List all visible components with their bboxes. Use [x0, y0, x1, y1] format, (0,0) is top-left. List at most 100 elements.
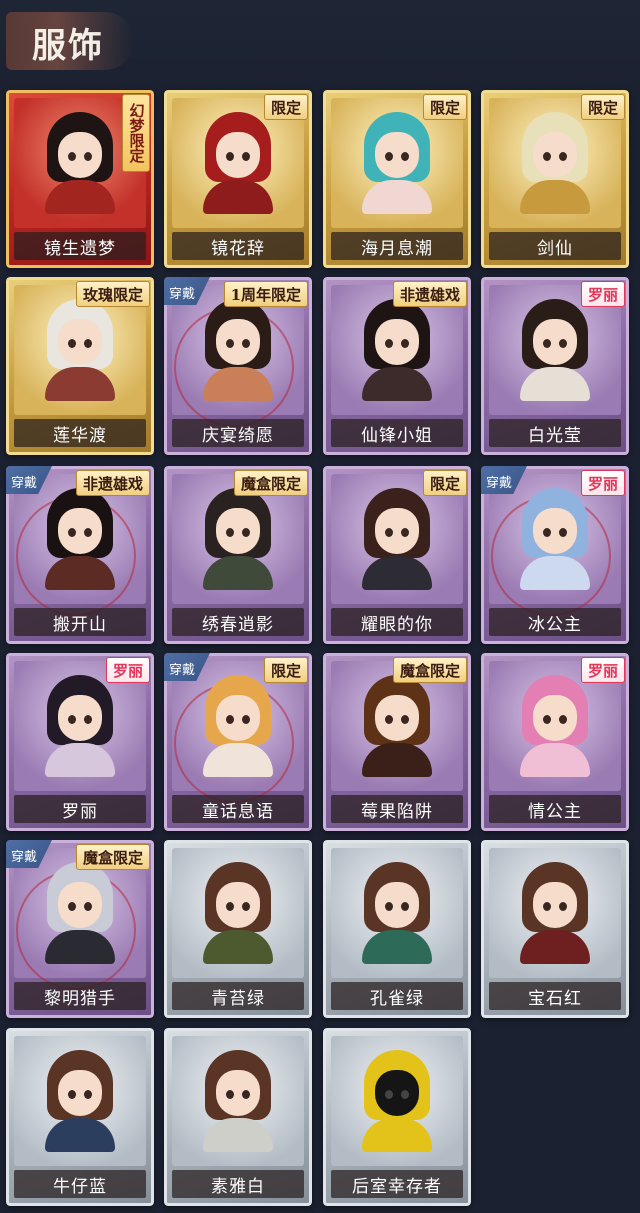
costume-card[interactable]: 罗丽情公主	[481, 653, 629, 831]
portrait-face	[58, 882, 102, 928]
rarity-badge: 魔盒限定	[392, 657, 467, 683]
portrait-face	[533, 508, 577, 554]
character-portrait	[358, 675, 436, 777]
costume-nameplate: 牛仔蓝	[14, 1170, 146, 1198]
character-portrait	[358, 112, 436, 214]
character-portrait	[41, 675, 119, 777]
costume-card[interactable]: 牛仔蓝	[6, 1028, 154, 1206]
costume-name: 冰公主	[528, 614, 582, 635]
costume-name: 孔雀绿	[370, 988, 424, 1009]
portrait-face	[216, 508, 260, 554]
portrait-eye	[84, 152, 92, 161]
rarity-badge: 限定	[580, 94, 625, 120]
costume-card[interactable]: 宝石红	[481, 840, 629, 1018]
portrait-face	[58, 1070, 102, 1116]
portrait-outfit	[362, 930, 432, 964]
costume-card[interactable]: 限定 穿戴 童话息语	[164, 653, 312, 831]
costume-name: 素雅白	[211, 1176, 265, 1197]
rarity-badge: 限定	[263, 657, 308, 683]
portrait-eye	[84, 339, 92, 348]
character-portrait	[358, 1050, 436, 1152]
portrait-eye	[226, 339, 234, 348]
costume-card[interactable]: 孔雀绿	[323, 840, 471, 1018]
costume-name: 剑仙	[537, 238, 573, 259]
portrait-eye	[543, 715, 551, 724]
portrait-eye	[401, 339, 409, 348]
character-portrait	[516, 299, 594, 401]
costume-nameplate: 罗丽	[14, 795, 146, 823]
portrait-eye	[559, 528, 567, 537]
costume-card[interactable]: 罗丽白光莹	[481, 277, 629, 455]
costume-nameplate: 童话息语	[172, 795, 304, 823]
costume-name: 黎明猎手	[44, 988, 116, 1009]
portrait-eye	[385, 339, 393, 348]
costume-card[interactable]: 罗丽 穿戴 冰公主	[481, 466, 629, 644]
character-portrait	[516, 112, 594, 214]
portrait-eye	[68, 902, 76, 911]
portrait-outfit	[45, 743, 115, 777]
costume-nameplate: 青苔绿	[172, 982, 304, 1010]
portrait-outfit	[203, 556, 273, 590]
costume-card[interactable]: 魔盒限定 穿戴 黎明猎手	[6, 840, 154, 1018]
costume-card[interactable]: 玫瑰限定 莲华渡	[6, 277, 154, 455]
portrait-outfit	[45, 367, 115, 401]
costume-name: 白光莹	[528, 425, 582, 446]
costume-card[interactable]: 魔盒限定 莓果陷阱	[323, 653, 471, 831]
costume-grid: 幻梦限定 镜生遗梦 限定 镜花辞 限定 海月息潮 限定 剑仙 玫瑰限定 莲华渡 1周年限定 穿戴 庆宴绮…	[0, 0, 640, 1213]
rarity-badge: 罗丽	[580, 657, 625, 683]
costume-card[interactable]: 罗丽 罗丽	[6, 653, 154, 831]
rarity-badge: 幻梦限定	[122, 94, 150, 172]
costume-name: 莲华渡	[53, 425, 107, 446]
portrait-outfit	[362, 367, 432, 401]
portrait-eye	[385, 152, 393, 161]
portrait-face	[216, 132, 260, 178]
portrait-eye	[401, 152, 409, 161]
costume-card[interactable]: 限定剑仙	[481, 90, 629, 268]
costume-card[interactable]: 素雅白	[164, 1028, 312, 1206]
portrait-face	[375, 1070, 419, 1116]
rarity-badge: 罗丽	[580, 281, 625, 307]
portrait-face	[375, 695, 419, 741]
costume-name: 镜花辞	[211, 238, 265, 259]
costume-card[interactable]: 限定 耀眼的你	[323, 466, 471, 644]
character-portrait	[199, 299, 277, 401]
costume-nameplate: 莲华渡	[14, 419, 146, 447]
costume-nameplate: 白光莹	[489, 419, 621, 447]
portrait-eye	[401, 902, 409, 911]
portrait-outfit	[45, 930, 115, 964]
portrait-outfit	[362, 556, 432, 590]
portrait-eye	[226, 528, 234, 537]
costume-card[interactable]: 限定 海月息潮	[323, 90, 471, 268]
costume-card[interactable]: 非遗雄戏 仙锋小姐	[323, 277, 471, 455]
portrait-eye	[226, 1090, 234, 1099]
costume-card[interactable]: 青苔绿	[164, 840, 312, 1018]
costume-card[interactable]: 1周年限定 穿戴 庆宴绮愿	[164, 277, 312, 455]
character-portrait	[199, 1050, 277, 1152]
portrait-eye	[84, 715, 92, 724]
costume-card[interactable]: 非遗雄戏 穿戴 搬开山	[6, 466, 154, 644]
character-portrait	[199, 488, 277, 590]
portrait-eye	[84, 1090, 92, 1099]
portrait-face	[58, 319, 102, 365]
character-portrait	[41, 112, 119, 214]
portrait-face	[216, 882, 260, 928]
costume-name: 情公主	[528, 801, 582, 822]
portrait-outfit	[362, 743, 432, 777]
costume-name: 罗丽	[62, 801, 98, 822]
portrait-outfit	[520, 180, 590, 214]
portrait-face	[533, 319, 577, 365]
portrait-face	[375, 132, 419, 178]
costume-name: 耀眼的你	[361, 614, 433, 635]
portrait-eye	[84, 528, 92, 537]
portrait-eye	[242, 152, 250, 161]
costume-card[interactable]: 后室幸存者	[323, 1028, 471, 1206]
portrait-outfit	[520, 367, 590, 401]
costume-card[interactable]: 魔盒限定 绣春逍影	[164, 466, 312, 644]
costume-name: 童话息语	[202, 801, 274, 822]
costume-card[interactable]: 幻梦限定 镜生遗梦	[6, 90, 154, 268]
costume-nameplate: 情公主	[489, 795, 621, 823]
costume-card[interactable]: 限定 镜花辞	[164, 90, 312, 268]
portrait-face	[533, 132, 577, 178]
costume-name: 绣春逍影	[202, 614, 274, 635]
portrait-eye	[543, 528, 551, 537]
